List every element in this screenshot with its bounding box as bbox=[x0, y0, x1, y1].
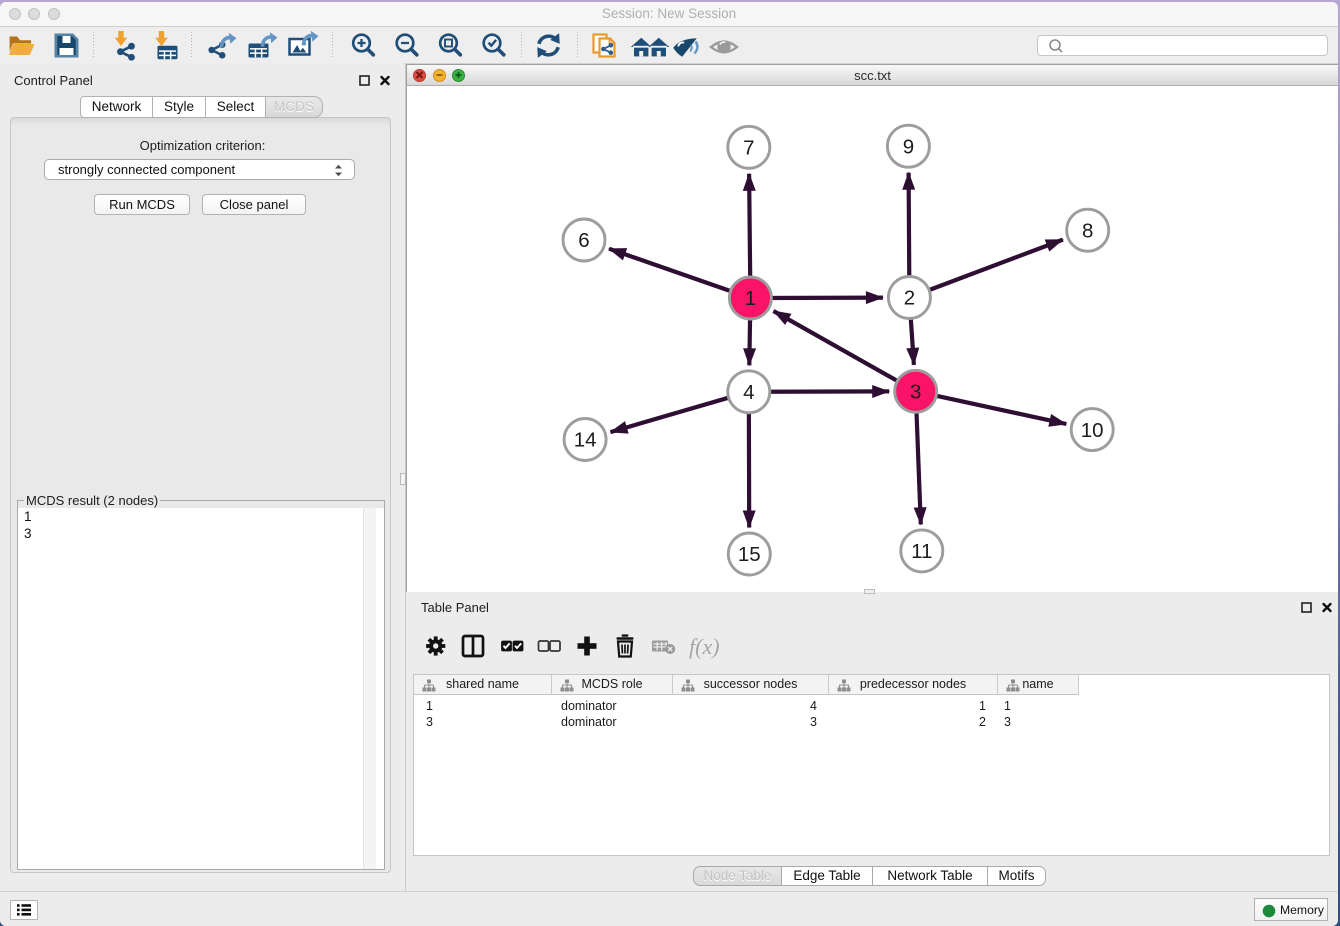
svg-text:4: 4 bbox=[743, 381, 754, 404]
svg-text:14: 14 bbox=[574, 429, 597, 452]
svg-text:10: 10 bbox=[1081, 419, 1104, 442]
svg-text:9: 9 bbox=[903, 135, 914, 158]
svg-text:7: 7 bbox=[743, 137, 754, 160]
svg-text:8: 8 bbox=[1082, 219, 1093, 242]
svg-text:1: 1 bbox=[745, 287, 756, 310]
svg-text:3: 3 bbox=[910, 381, 921, 404]
svg-text:6: 6 bbox=[578, 229, 589, 252]
svg-text:11: 11 bbox=[911, 540, 932, 563]
svg-text:f(x): f(x) bbox=[689, 634, 720, 659]
svg-text:15: 15 bbox=[738, 543, 761, 566]
svg-text:2: 2 bbox=[904, 287, 915, 310]
